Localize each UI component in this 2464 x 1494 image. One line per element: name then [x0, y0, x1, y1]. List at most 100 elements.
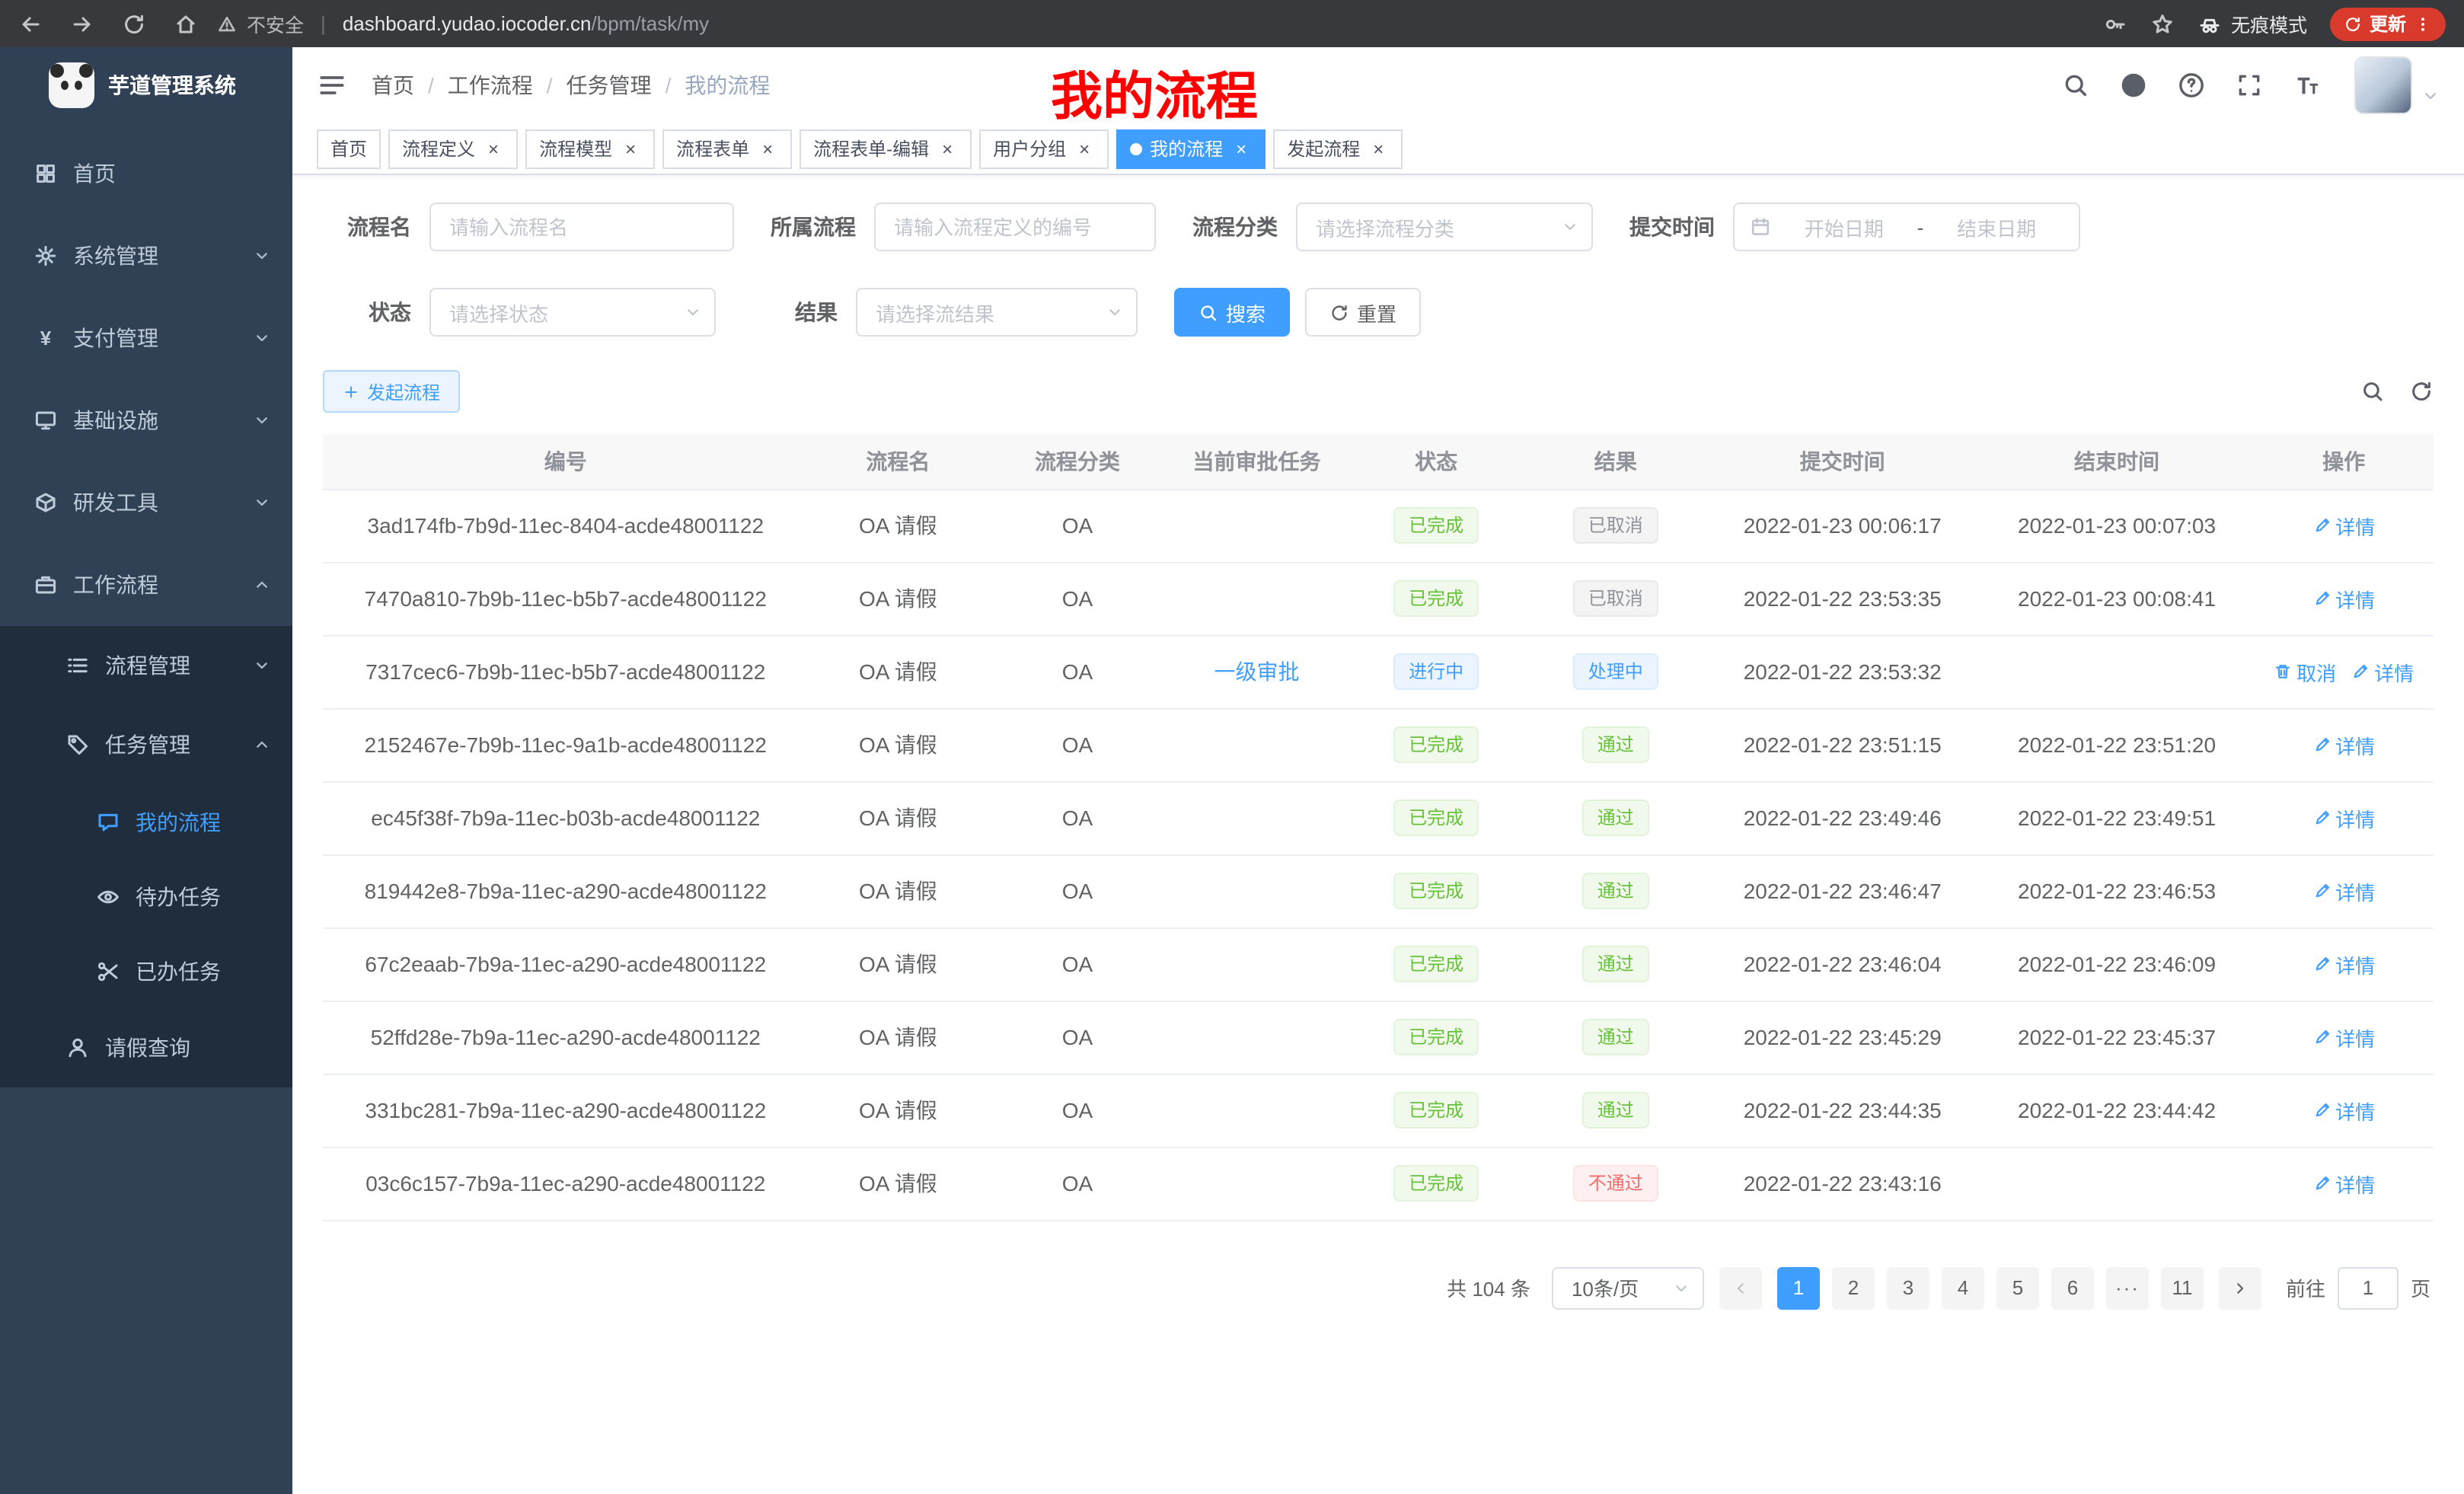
- page-button-2[interactable]: 2: [1832, 1266, 1875, 1309]
- status-select[interactable]: 请选择状态: [429, 288, 716, 337]
- detail-action-link[interactable]: 详情: [2312, 950, 2375, 978]
- close-tab-icon[interactable]: ×: [1368, 138, 1389, 159]
- close-tab-icon[interactable]: ×: [1230, 138, 1252, 159]
- detail-action-link[interactable]: 详情: [2312, 1023, 2375, 1052]
- close-tab-icon[interactable]: ×: [483, 138, 504, 159]
- sidebar-item[interactable]: 首页: [0, 132, 292, 215]
- fullscreen-icon[interactable]: [2236, 72, 2263, 99]
- cell-category: OA: [988, 1147, 1167, 1220]
- cell-category: OA: [988, 635, 1167, 708]
- box-icon: [34, 490, 58, 515]
- tab[interactable]: 流程定义×: [388, 129, 518, 168]
- detail-action-link[interactable]: 详情: [2312, 1096, 2375, 1125]
- close-tab-icon[interactable]: ×: [757, 138, 778, 159]
- fontsize-icon[interactable]: [2293, 72, 2321, 99]
- name-input[interactable]: [429, 203, 734, 251]
- close-tab-icon[interactable]: ×: [620, 138, 641, 159]
- refresh-table-icon[interactable]: [2409, 379, 2434, 404]
- cell-task: [1167, 562, 1347, 635]
- category-select[interactable]: 请选择流程分类: [1296, 203, 1593, 251]
- sidebar-item[interactable]: 基础设施: [0, 379, 292, 461]
- detail-action-link[interactable]: 详情: [2312, 730, 2375, 759]
- search-button[interactable]: 搜索: [1174, 288, 1290, 337]
- detail-action-link[interactable]: 详情: [2312, 1169, 2375, 1198]
- bookmark-star-icon[interactable]: [2150, 11, 2175, 36]
- page-button-4[interactable]: 4: [1942, 1266, 1984, 1309]
- result-badge: 通过: [1582, 800, 1649, 836]
- pagination-more[interactable]: ···: [2106, 1266, 2149, 1309]
- page-button-1[interactable]: 1: [1777, 1266, 1820, 1309]
- column-header: 流程分类: [988, 434, 1167, 489]
- next-page-button[interactable]: [2219, 1266, 2261, 1309]
- breadcrumb-item[interactable]: 任务管理: [567, 70, 652, 101]
- submit-time-range[interactable]: 开始日期 - 结束日期: [1733, 203, 2080, 251]
- process-input[interactable]: [874, 203, 1156, 251]
- sidebar-item[interactable]: 请假查询: [0, 1008, 292, 1087]
- collapse-sidebar-icon[interactable]: [317, 70, 347, 101]
- cell-end-time: [1980, 635, 2254, 708]
- task-link[interactable]: 一级审批: [1214, 659, 1300, 684]
- sidebar-item[interactable]: 系统管理: [0, 215, 292, 297]
- avatar[interactable]: [2354, 56, 2412, 114]
- reload-button[interactable]: [122, 11, 146, 36]
- page-button-5[interactable]: 5: [1996, 1266, 2039, 1309]
- jump-page-input[interactable]: [2338, 1266, 2399, 1309]
- tab[interactable]: 发起流程×: [1273, 129, 1403, 168]
- page-button-3[interactable]: 3: [1887, 1266, 1929, 1309]
- update-button[interactable]: 更新: [2330, 7, 2446, 40]
- tab[interactable]: 流程模型×: [525, 129, 655, 168]
- question-icon[interactable]: [2178, 72, 2205, 99]
- toggle-search-icon[interactable]: [2360, 379, 2385, 404]
- home-button[interactable]: [174, 11, 198, 36]
- tab[interactable]: 用户分组×: [979, 129, 1109, 168]
- sidebar-item[interactable]: 待办任务: [0, 859, 292, 934]
- tab[interactable]: 我的流程×: [1116, 129, 1266, 168]
- user-menu[interactable]: [2354, 56, 2440, 114]
- sidebar-item[interactable]: 任务管理: [0, 705, 292, 784]
- close-tab-icon[interactable]: ×: [937, 138, 958, 159]
- detail-action-link[interactable]: 详情: [2312, 803, 2375, 832]
- tab[interactable]: 流程表单×: [662, 129, 792, 168]
- sidebar-item[interactable]: 工作流程: [0, 544, 292, 626]
- close-tab-icon[interactable]: ×: [1074, 138, 1095, 159]
- sidebar-item[interactable]: 我的流程: [0, 784, 292, 859]
- detail-action-link[interactable]: 详情: [2312, 876, 2375, 905]
- breadcrumb-item[interactable]: 首页: [372, 70, 414, 101]
- cell-result: 通过: [1526, 927, 1706, 1001]
- sidebar-item[interactable]: 研发工具: [0, 461, 292, 544]
- prev-page-button[interactable]: [1719, 1266, 1762, 1309]
- search-icon[interactable]: [2062, 72, 2089, 99]
- detail-action-link[interactable]: 详情: [2351, 657, 2414, 686]
- table-body: 3ad174fb-7b9d-11ec-8404-acde48001122OA 请…: [323, 489, 2434, 1220]
- password-manager-icon[interactable]: [2103, 11, 2127, 36]
- sidebar-item[interactable]: 已办任务: [0, 934, 292, 1008]
- page-button-11[interactable]: 11: [2161, 1266, 2204, 1309]
- cancel-action-link[interactable]: 取消: [2274, 657, 2336, 686]
- github-icon[interactable]: [2120, 72, 2147, 99]
- action-label: 详情: [2335, 730, 2375, 759]
- tab[interactable]: 流程表单-编辑×: [800, 129, 972, 168]
- create-process-button[interactable]: 发起流程: [323, 370, 460, 413]
- tab[interactable]: 首页: [317, 129, 381, 168]
- cell-result: 通过: [1526, 708, 1706, 781]
- filter-row-2: 状态 请选择状态 结果 请选择流结果: [323, 288, 2434, 337]
- sidebar-item-label: 已办任务: [136, 956, 221, 986]
- reset-button[interactable]: 重置: [1305, 288, 1421, 337]
- result-select[interactable]: 请选择流结果: [856, 288, 1138, 337]
- detail-action-link[interactable]: 详情: [2312, 584, 2375, 613]
- page-size-select[interactable]: 10条/页: [1552, 1266, 1704, 1309]
- sidebar-item[interactable]: ¥支付管理: [0, 297, 292, 379]
- browser-menu-icon[interactable]: [2414, 14, 2432, 33]
- tab-label: 首页: [330, 136, 367, 161]
- page-button-6[interactable]: 6: [2051, 1266, 2094, 1309]
- sidebar-item[interactable]: 流程管理: [0, 626, 292, 705]
- back-button[interactable]: [18, 11, 43, 36]
- forward-button[interactable]: [70, 11, 94, 36]
- edit-icon: [2312, 1174, 2331, 1192]
- address-bar[interactable]: 不安全 | dashboard.yudao.iocoder.cn/bpm/tas…: [216, 9, 709, 38]
- incognito-badge[interactable]: 无痕模式: [2197, 9, 2307, 38]
- breadcrumb-item[interactable]: 工作流程: [448, 70, 533, 101]
- cell-category: OA: [988, 1074, 1167, 1147]
- cell-result: 通过: [1526, 1074, 1706, 1147]
- detail-action-link[interactable]: 详情: [2312, 511, 2375, 540]
